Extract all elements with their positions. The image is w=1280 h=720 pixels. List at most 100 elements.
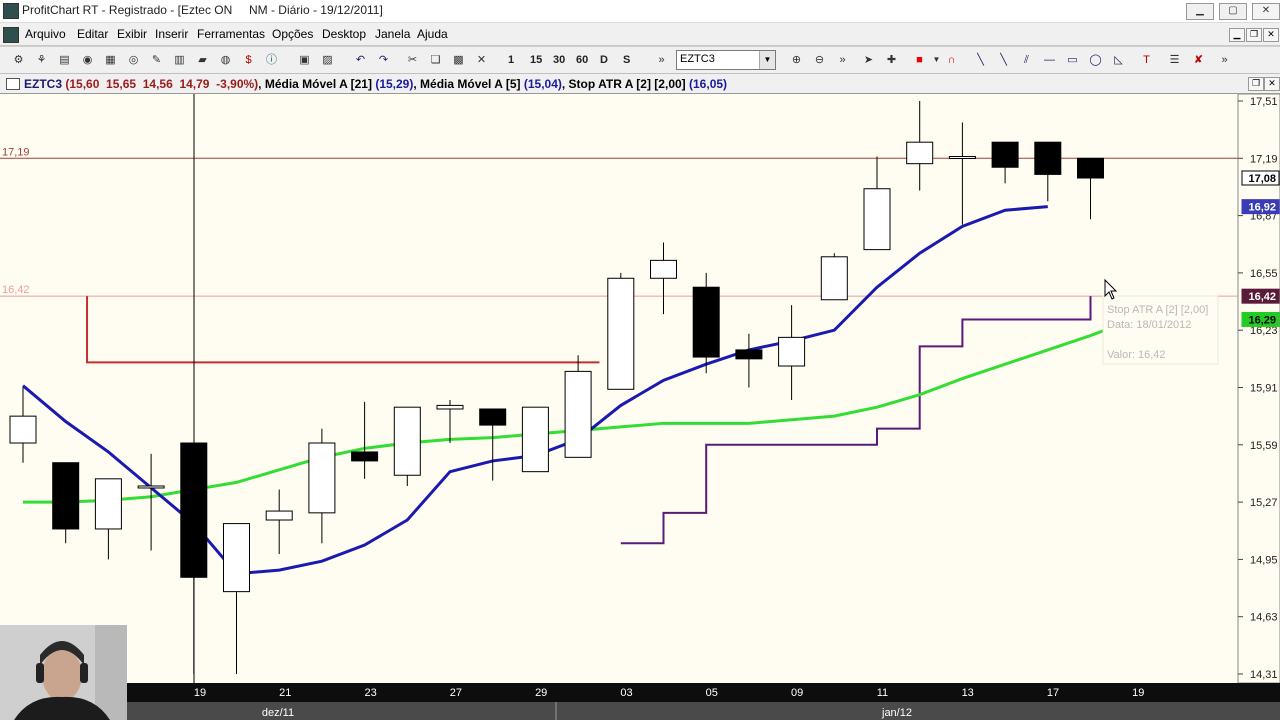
title-bar: ProfitChart RT - Registrado - [Eztec ON … [0,0,1280,23]
zoom-in-icon[interactable]: ⊕ [788,52,805,68]
candle-body-6 [265,510,293,521]
menu-inserir[interactable]: Inserir [155,27,188,41]
document-icon[interactable]: ▤ [56,52,73,68]
zoom-out-icon[interactable]: ⊖ [811,52,828,68]
menu-bar: Arquivo Editar Exibir Inserir Ferramenta… [0,23,1280,46]
magnet-icon[interactable]: ∩ [943,52,960,68]
chart-close-button[interactable]: ✕ [1264,77,1280,91]
menu-ferramentas[interactable]: Ferramentas [197,27,265,41]
interval-60-button[interactable]: 60 [576,54,588,66]
info-icon[interactable]: ⓘ [263,52,280,68]
interval-15-button[interactable]: 15 [530,54,542,66]
alert-icon[interactable]: ◍ [217,52,234,68]
more-icon-3[interactable]: » [1216,52,1233,68]
menu-arquivo[interactable]: Arquivo [25,27,66,41]
interval-1-button[interactable]: 1 [508,54,514,66]
toolbar: ⚙ ⚘ ▤ ◉ ▦ ◎ ✎ ▥ ▰ ◍ $ ⓘ ▣ ▨ ↶ ↷ ✂ ❏ ▩ ✕ … [0,47,1280,105]
interval-daily-button[interactable]: D [600,54,608,66]
y-tick-label-0: 17,51 [1250,96,1278,108]
grid-icon[interactable]: ▦ [102,52,119,68]
legend-atr-label: Stop ATR A [2] [2,00] [568,77,686,91]
ray-icon[interactable]: ╲ [995,52,1012,68]
book-icon[interactable]: ▰ [194,52,211,68]
more-icon-2[interactable]: » [834,52,851,68]
chart-window-icon[interactable] [6,78,20,90]
redo-icon[interactable]: ↷ [375,52,392,68]
close-button[interactable]: ✕ [1252,3,1280,20]
mdi-restore-button[interactable]: ❐ [1246,28,1262,42]
line-icon[interactable]: ╲ [972,52,989,68]
money-icon[interactable]: $ [240,52,257,68]
candle-14 [607,272,635,390]
chevron-down-icon[interactable]: ▼ [759,51,775,69]
fibonacci-icon[interactable]: ☰ [1166,52,1183,68]
color-icon[interactable]: ■ [911,52,928,68]
y-tick-label-4: 16,23 [1250,325,1278,337]
interval-weekly-button[interactable]: S [623,54,630,66]
ellipse-icon[interactable]: ◯ [1087,52,1104,68]
y-tick-label-3: 16,55 [1250,268,1278,280]
candle-body-25 [1077,157,1104,179]
candle-body-7 [308,442,336,514]
symbol-select[interactable]: EZTC3 ▼ [676,50,776,70]
x-tick-label-2: 23 [364,687,376,699]
price-tag-label-ma5: 16,92 [1248,202,1276,214]
chart-icon[interactable]: ⚘ [33,52,50,68]
y-tick-label-8: 14,95 [1250,554,1278,566]
erase-icon[interactable]: ✘ [1190,52,1207,68]
menu-janela[interactable]: Janela [375,27,410,41]
price-tag-label-ma21: 16,29 [1248,314,1276,326]
legend-ma21-value: (15,29) [375,77,414,91]
copy-icon[interactable]: ❏ [427,52,444,68]
candle-body-24 [1034,141,1062,175]
rectangle-icon[interactable]: ▭ [1064,52,1081,68]
candle-body-1 [52,462,80,530]
chart-info-bar: EZTC3 (15,60 15,65 14,56 14,79 -3,90%), … [0,74,1280,94]
x-tick-label-9: 13 [962,687,974,699]
candle-body-22 [948,156,976,160]
tooltip-line-1: Stop ATR A [2] [2,00] [1107,304,1208,316]
mdi-minimize-button[interactable]: ▁ [1229,28,1245,42]
menu-opcoes[interactable]: Opções [272,27,313,41]
symbol-select-value: EZTC3 [680,53,715,65]
menu-ajuda[interactable]: Ajuda [417,27,448,41]
paste-icon[interactable]: ▩ [450,52,467,68]
candle-body-13 [564,370,592,458]
hline-icon[interactable]: — [1041,52,1058,68]
edit-icon[interactable]: ✎ [148,52,165,68]
menu-desktop[interactable]: Desktop [322,27,366,41]
minimize-button[interactable]: ▁ [1186,3,1214,20]
channel-icon[interactable]: ⫽ [1018,52,1035,68]
open-icon[interactable]: ▣ [296,52,313,68]
legend-ma5-label: Média Móvel A [5] [420,77,521,91]
undo-icon[interactable]: ↶ [352,52,369,68]
text-icon[interactable]: T [1138,52,1155,68]
database-icon[interactable]: ◉ [79,52,96,68]
more-icon[interactable]: » [653,52,670,68]
tape-icon[interactable]: ◎ [125,52,142,68]
hline-label-0: 17,19 [2,146,30,158]
maximize-button[interactable]: ▢ [1219,3,1247,20]
mdi-icon[interactable] [3,27,19,43]
menu-exibir[interactable]: Exibir [117,27,147,41]
connect-icon[interactable]: ⚙ [10,52,27,68]
bars-icon[interactable]: ▥ [171,52,188,68]
candle-body-11 [479,408,507,426]
crosshair-icon[interactable]: ✚ [883,52,900,68]
menu-editar[interactable]: Editar [77,27,108,41]
candle-body-0 [9,415,37,444]
interval-30-button[interactable]: 30 [553,54,565,66]
hline-label-1: 16,42 [2,284,30,296]
candle-body-8 [351,451,379,462]
triangle-icon[interactable]: ◺ [1110,52,1127,68]
save-icon[interactable]: ▨ [319,52,336,68]
chart-maximize-button[interactable]: ❐ [1248,77,1264,91]
app-icon [3,3,19,19]
delete-icon[interactable]: ✕ [473,52,490,68]
price-chart[interactable]: 17,1916,42 17,5117,1916,8716,5516,2315,9… [0,94,1280,720]
pointer-icon[interactable]: ➤ [860,52,877,68]
candle-body-16 [692,286,720,358]
tooltip-line-3: Valor: 16,42 [1107,349,1166,361]
mdi-close-button[interactable]: ✕ [1263,28,1279,42]
cut-icon[interactable]: ✂ [404,52,421,68]
